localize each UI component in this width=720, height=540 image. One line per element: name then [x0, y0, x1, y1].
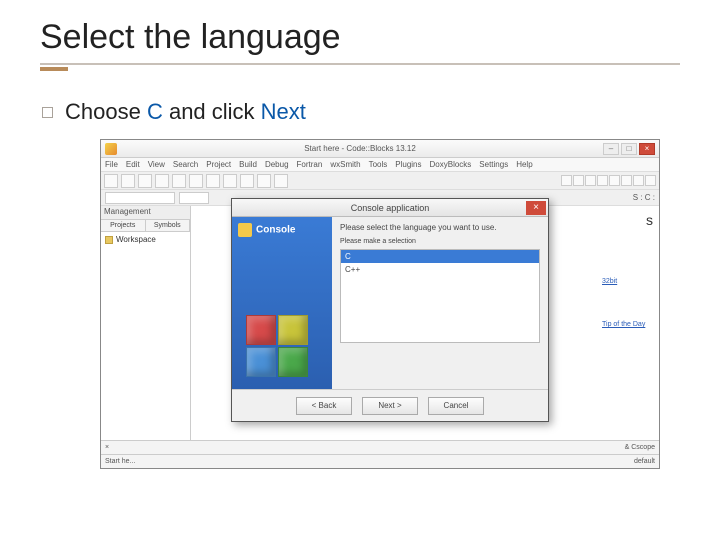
sidebar-tab-symbols[interactable]: Symbols [146, 220, 191, 231]
dialog-titlebar: Console application × [232, 199, 548, 217]
screenshot-frame: Start here - Code::Blocks 13.12 – □ × Fi… [100, 139, 660, 469]
toolbar-1 [101, 172, 659, 190]
toolbar-icon[interactable] [240, 174, 254, 188]
bullet-marker [42, 107, 53, 118]
toolbar-icon[interactable] [138, 174, 152, 188]
folder-icon [105, 236, 113, 244]
bottom-panel-tabs: × & Cscope [101, 440, 659, 454]
toolbar-icon[interactable] [621, 175, 632, 186]
menu-item[interactable]: wxSmith [330, 160, 360, 169]
dialog-title: Console application [236, 203, 544, 213]
console-icon [238, 223, 252, 237]
bullet-pre: Choose [65, 99, 147, 124]
start-page-fragment: s 32bit Tip of the Day [602, 212, 653, 328]
toolbar-icon[interactable] [104, 174, 118, 188]
window-buttons: – □ × [603, 143, 655, 155]
cube-red [246, 315, 276, 345]
link-32bit[interactable]: 32bit [602, 278, 653, 285]
back-button[interactable]: < Back [296, 397, 352, 415]
menu-item[interactable]: View [148, 160, 165, 169]
sidebar-header: Management [101, 206, 190, 220]
rule-accent [40, 67, 68, 71]
slide-title: Select the language [40, 18, 680, 57]
cube-green [278, 347, 308, 377]
toolbar-dropdown[interactable] [105, 192, 175, 204]
sidebar-tab-projects[interactable]: Projects [101, 220, 146, 231]
panel-tab-cscope[interactable]: & Cscope [625, 444, 655, 451]
wizard-dialog: Console application × Console Please sel… [231, 198, 549, 422]
maximize-button[interactable]: □ [621, 143, 637, 155]
cancel-button[interactable]: Cancel [428, 397, 484, 415]
workspace-label: Workspace [116, 235, 156, 244]
sidebar: Management Projects Symbols Workspace [101, 206, 191, 442]
status-left: Start he... [105, 458, 135, 465]
minimize-button[interactable]: – [603, 143, 619, 155]
toolbar-icon[interactable] [561, 175, 572, 186]
toolbar-dropdown[interactable] [179, 192, 209, 204]
toolbar-icon[interactable] [189, 174, 203, 188]
app-titlebar: Start here - Code::Blocks 13.12 – □ × [101, 140, 659, 158]
cube-blue [246, 347, 276, 377]
dialog-side-label: Console [256, 225, 295, 236]
dialog-main: Please select the language you want to u… [332, 217, 548, 389]
menu-item[interactable]: Help [516, 160, 532, 169]
dialog-side-banner: Console [232, 217, 332, 389]
menu-item[interactable]: Settings [479, 160, 508, 169]
menubar: File Edit View Search Project Build Debu… [101, 158, 659, 172]
menu-item[interactable]: Edit [126, 160, 140, 169]
workspace-node[interactable]: Workspace [101, 232, 190, 247]
link-tip-of-day[interactable]: Tip of the Day [602, 321, 653, 328]
language-option-c[interactable]: C [341, 250, 539, 263]
menu-item[interactable]: Project [206, 160, 231, 169]
dialog-close-button[interactable]: × [526, 201, 546, 215]
toolbar-text: S : C : [633, 193, 655, 202]
toolbar-icon[interactable] [597, 175, 608, 186]
cube-yellow [278, 315, 308, 345]
toolbar-icon[interactable] [645, 175, 656, 186]
dialog-prompt: Please select the language you want to u… [340, 223, 540, 232]
fragment-letter: s [646, 212, 653, 228]
menu-item[interactable]: Plugins [395, 160, 421, 169]
dialog-subprompt: Please make a selection [340, 238, 540, 245]
bullet-em1: C [147, 99, 163, 124]
toolbar-icon[interactable] [172, 174, 186, 188]
toolbar-icon[interactable] [585, 175, 596, 186]
toolbar-icon[interactable] [155, 174, 169, 188]
toolbar-icon[interactable] [633, 175, 644, 186]
panel-tab[interactable]: × [105, 444, 109, 451]
toolbar-icon[interactable] [609, 175, 620, 186]
menu-item[interactable]: DoxyBlocks [430, 160, 472, 169]
next-button[interactable]: Next > [362, 397, 418, 415]
cubes-graphic [246, 315, 316, 381]
statusbar: Start he... default [101, 454, 659, 468]
toolbar-icon[interactable] [121, 174, 135, 188]
language-option-cpp[interactable]: C++ [341, 263, 539, 276]
menu-item[interactable]: File [105, 160, 118, 169]
toolbar-icon[interactable] [257, 174, 271, 188]
menu-item[interactable]: Debug [265, 160, 289, 169]
bullet-row: Choose C and click Next [42, 99, 680, 125]
bullet-mid: and click [163, 99, 261, 124]
menu-item[interactable]: Tools [369, 160, 388, 169]
toolbar-icon[interactable] [206, 174, 220, 188]
toolbar-icon[interactable] [274, 174, 288, 188]
bullet-text: Choose C and click Next [65, 99, 306, 125]
dialog-button-row: < Back Next > Cancel [232, 389, 548, 421]
menu-item[interactable]: Fortran [297, 160, 323, 169]
toolbar-icon[interactable] [223, 174, 237, 188]
menu-item[interactable]: Search [173, 160, 198, 169]
close-button[interactable]: × [639, 143, 655, 155]
bullet-em2: Next [261, 99, 306, 124]
toolbar-icon[interactable] [573, 175, 584, 186]
status-right: default [634, 458, 655, 465]
app-icon [105, 143, 117, 155]
app-title: Start here - Code::Blocks 13.12 [123, 144, 597, 153]
menu-item[interactable]: Build [239, 160, 257, 169]
rule-top [40, 63, 680, 65]
language-list[interactable]: C C++ [340, 249, 540, 343]
